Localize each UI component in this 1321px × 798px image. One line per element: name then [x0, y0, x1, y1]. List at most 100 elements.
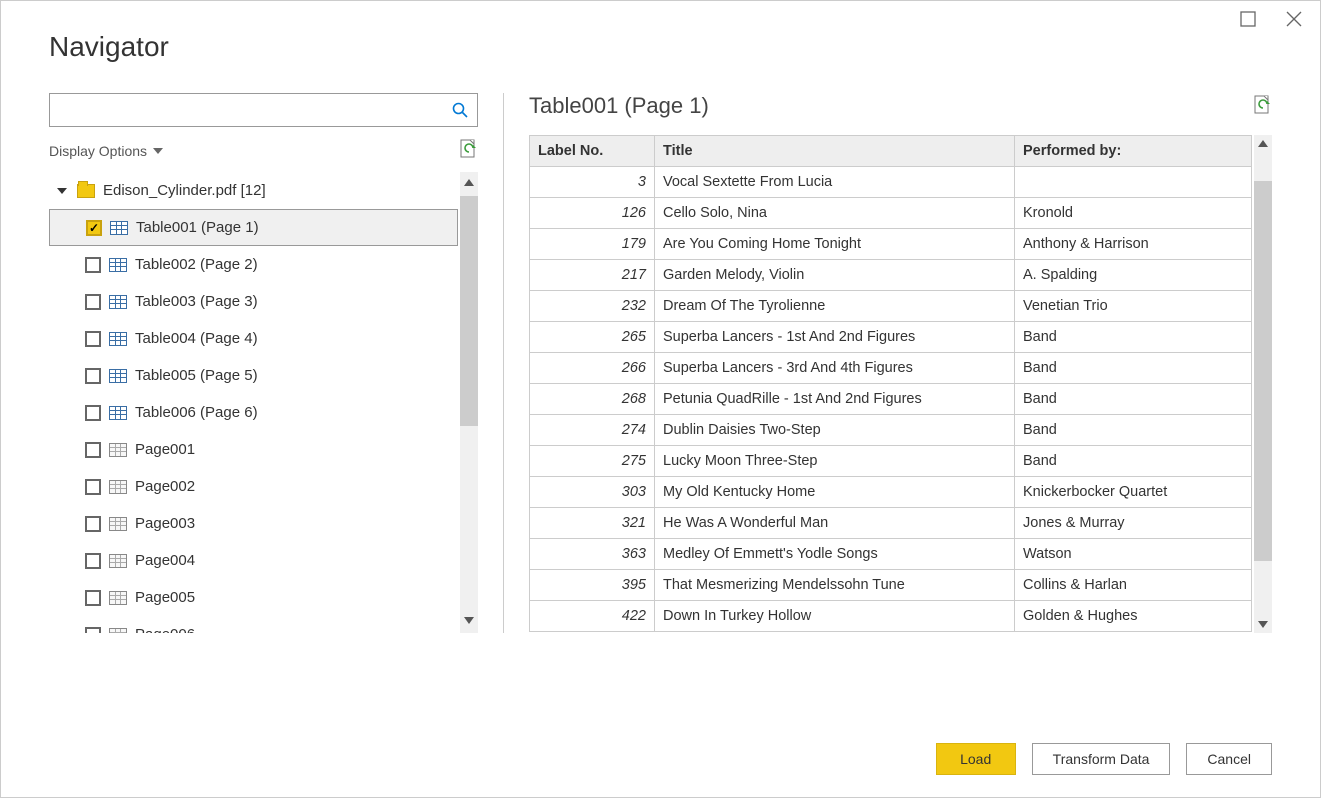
- scroll-down-icon[interactable]: [1257, 617, 1269, 633]
- tree: Edison_Cylinder.pdf [12] Table001 (Page …: [49, 172, 458, 633]
- cell-title: That Mesmerizing Mendelssohn Tune: [655, 570, 1015, 601]
- table-row[interactable]: 3Vocal Sextette From Lucia: [530, 167, 1252, 198]
- scroll-up-icon[interactable]: [1257, 135, 1269, 151]
- table-row[interactable]: 303My Old Kentucky HomeKnickerbocker Qua…: [530, 477, 1252, 508]
- tree-item[interactable]: Page005: [49, 579, 458, 616]
- tree-item[interactable]: Table002 (Page 2): [49, 246, 458, 283]
- table-row[interactable]: 321He Was A Wonderful ManJones & Murray: [530, 508, 1252, 539]
- cell-title: Superba Lancers - 3rd And 4th Figures: [655, 353, 1015, 384]
- cell-performed-by: Band: [1015, 322, 1252, 353]
- tree-item[interactable]: Table004 (Page 4): [49, 320, 458, 357]
- page-icon: [109, 443, 127, 457]
- tree-item-label: Table003 (Page 3): [135, 293, 258, 310]
- table-row[interactable]: 265Superba Lancers - 1st And 2nd Figures…: [530, 322, 1252, 353]
- table-header-row: Label No. Title Performed by:: [530, 136, 1252, 167]
- maximize-icon[interactable]: [1240, 11, 1256, 27]
- scroll-thumb[interactable]: [1254, 181, 1272, 561]
- cell-title: Down In Turkey Hollow: [655, 601, 1015, 632]
- tree-item-checkbox[interactable]: [85, 331, 101, 347]
- cell-label-no: 217: [530, 260, 655, 291]
- table-row[interactable]: 217Garden Melody, ViolinA. Spalding: [530, 260, 1252, 291]
- table-row[interactable]: 422Down In Turkey HollowGolden & Hughes: [530, 601, 1252, 632]
- tree-item-label: Page004: [135, 552, 195, 569]
- search-input[interactable]: [50, 102, 443, 118]
- page-icon: [109, 554, 127, 568]
- tree-item-checkbox[interactable]: [85, 368, 101, 384]
- load-button[interactable]: Load: [936, 743, 1016, 775]
- tree-item-label: Table005 (Page 5): [135, 367, 258, 384]
- tree-item-checkbox[interactable]: [85, 627, 101, 634]
- folder-icon: [77, 184, 95, 198]
- search-box[interactable]: [49, 93, 478, 127]
- table-row[interactable]: 395That Mesmerizing Mendelssohn TuneColl…: [530, 570, 1252, 601]
- tree-scrollbar[interactable]: [460, 172, 478, 633]
- preview-vscrollbar[interactable]: [1254, 135, 1272, 633]
- tree-item-checkbox[interactable]: [85, 257, 101, 273]
- scroll-thumb[interactable]: [460, 196, 478, 426]
- window-title: Navigator: [1, 1, 1320, 63]
- tree-item[interactable]: Page002: [49, 468, 458, 505]
- tree-item[interactable]: Page006: [49, 616, 458, 633]
- table-icon: [109, 406, 127, 420]
- tree-item-label: Page002: [135, 478, 195, 495]
- column-header-labelno[interactable]: Label No.: [530, 136, 655, 167]
- table-row[interactable]: 179Are You Coming Home TonightAnthony & …: [530, 229, 1252, 260]
- search-icon[interactable]: [443, 101, 477, 119]
- cell-label-no: 232: [530, 291, 655, 322]
- cell-label-no: 422: [530, 601, 655, 632]
- cell-performed-by: Band: [1015, 446, 1252, 477]
- page-icon: [109, 628, 127, 634]
- column-header-title[interactable]: Title: [655, 136, 1015, 167]
- table-row[interactable]: 126Cello Solo, NinaKronold: [530, 198, 1252, 229]
- cell-performed-by: Anthony & Harrison: [1015, 229, 1252, 260]
- cell-label-no: 3: [530, 167, 655, 198]
- tree-item-checkbox[interactable]: [85, 294, 101, 310]
- tree-item[interactable]: Page003: [49, 505, 458, 542]
- transform-data-button[interactable]: Transform Data: [1032, 743, 1171, 775]
- tree-item[interactable]: Table003 (Page 3): [49, 283, 458, 320]
- tree-item-label: Page006: [135, 626, 195, 633]
- table-row[interactable]: 274Dublin Daisies Two-StepBand: [530, 415, 1252, 446]
- tree-item-checkbox[interactable]: [85, 405, 101, 421]
- close-icon[interactable]: [1286, 11, 1302, 27]
- refresh-preview-left-icon[interactable]: [460, 139, 478, 162]
- tree-item[interactable]: Table005 (Page 5): [49, 357, 458, 394]
- cell-label-no: 266: [530, 353, 655, 384]
- display-options-dropdown[interactable]: Display Options: [49, 143, 163, 159]
- tree-item-checkbox[interactable]: [85, 516, 101, 532]
- cell-performed-by: Golden & Hughes: [1015, 601, 1252, 632]
- preview-title: Table001 (Page 1): [529, 93, 709, 119]
- tree-item-checkbox[interactable]: [86, 220, 102, 236]
- navigator-window: Navigator Display Options: [0, 0, 1321, 798]
- tree-file-node[interactable]: Edison_Cylinder.pdf [12]: [49, 172, 458, 209]
- nav-left-pane: Display Options Edison_Cylinder.pdf [12]…: [49, 93, 504, 633]
- cell-title: Medley Of Emmett's Yodle Songs: [655, 539, 1015, 570]
- scroll-down-icon[interactable]: [463, 611, 475, 633]
- table-row[interactable]: 266Superba Lancers - 3rd And 4th Figures…: [530, 353, 1252, 384]
- tree-item[interactable]: Page004: [49, 542, 458, 579]
- tree-item[interactable]: Table006 (Page 6): [49, 394, 458, 431]
- table-row[interactable]: 275Lucky Moon Three-StepBand: [530, 446, 1252, 477]
- page-icon: [109, 480, 127, 494]
- expand-caret-icon[interactable]: [57, 188, 67, 194]
- scroll-up-icon[interactable]: [463, 172, 475, 194]
- tree-item[interactable]: Table001 (Page 1): [49, 209, 458, 246]
- cell-title: Dublin Daisies Two-Step: [655, 415, 1015, 446]
- table-row[interactable]: 268Petunia QuadRille - 1st And 2nd Figur…: [530, 384, 1252, 415]
- cell-title: Lucky Moon Three-Step: [655, 446, 1015, 477]
- tree-item-checkbox[interactable]: [85, 590, 101, 606]
- table-row[interactable]: 232Dream Of The TyrolienneVenetian Trio: [530, 291, 1252, 322]
- table-icon: [110, 221, 128, 235]
- tree-item-checkbox[interactable]: [85, 479, 101, 495]
- tree-item-checkbox[interactable]: [85, 442, 101, 458]
- refresh-preview-icon[interactable]: [1254, 95, 1272, 118]
- tree-item-label: Page005: [135, 589, 195, 606]
- tree-item[interactable]: Page001: [49, 431, 458, 468]
- table-row[interactable]: 363Medley Of Emmett's Yodle SongsWatson: [530, 539, 1252, 570]
- column-header-performedby[interactable]: Performed by:: [1015, 136, 1252, 167]
- cell-title: He Was A Wonderful Man: [655, 508, 1015, 539]
- cell-title: Petunia QuadRille - 1st And 2nd Figures: [655, 384, 1015, 415]
- cell-performed-by: Jones & Murray: [1015, 508, 1252, 539]
- tree-item-checkbox[interactable]: [85, 553, 101, 569]
- cancel-button[interactable]: Cancel: [1186, 743, 1272, 775]
